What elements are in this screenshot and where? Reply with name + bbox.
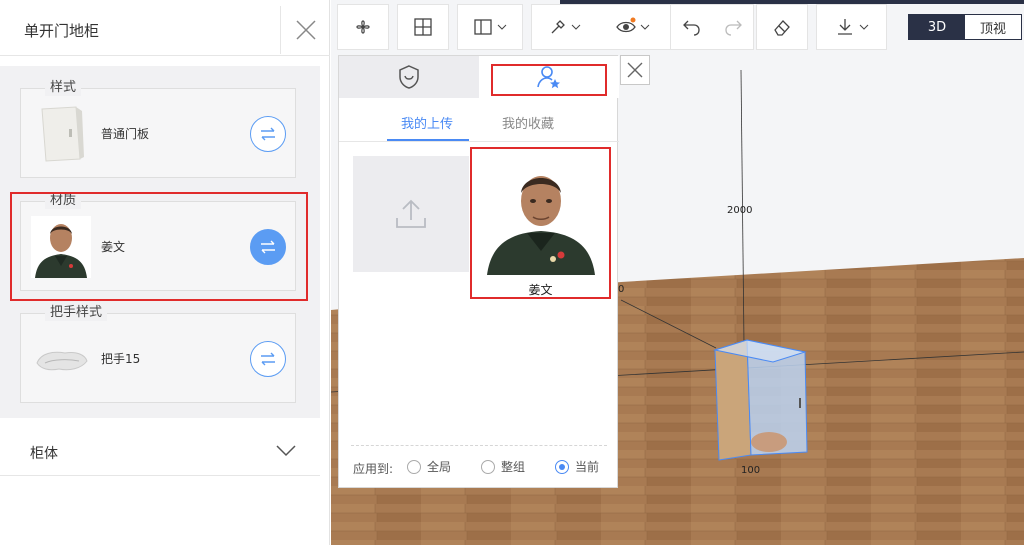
apply-group-radio[interactable]: 整组 <box>481 458 525 475</box>
handle-card: 把手样式 把手15 <box>20 305 296 403</box>
cabinet-model[interactable] <box>713 339 808 461</box>
close-icon <box>295 20 316 40</box>
chevron-down-icon <box>571 24 581 30</box>
apply-group-label: 整组 <box>501 460 526 474</box>
material-popup: 我的上传 我的收藏 姜文 应用到: 全局 整组 当前 <box>338 55 619 488</box>
material-item-image <box>485 159 597 275</box>
chevron-down-icon <box>497 24 507 30</box>
dimension-bottom-label: 100 <box>741 465 761 476</box>
swap-icon <box>261 127 275 141</box>
popup-close-button[interactable] <box>620 55 650 85</box>
material-item[interactable]: 姜文 <box>470 147 611 299</box>
chevron-down-icon <box>859 24 868 30</box>
wrench-tool-button[interactable] <box>548 17 581 37</box>
fan-tool-button[interactable] <box>337 4 389 50</box>
radio-circle <box>407 459 421 474</box>
eraser-icon <box>774 20 790 36</box>
chevron-down-icon <box>276 445 296 457</box>
handle-thumbnail <box>31 328 91 390</box>
section-cabinet-body[interactable]: 柜体 <box>0 428 320 476</box>
layout-tool-button[interactable] <box>397 4 449 50</box>
style-name: 普通门板 <box>101 127 150 141</box>
download-icon <box>837 19 852 35</box>
toolbar <box>337 4 887 50</box>
portrait-image <box>485 159 597 275</box>
fan-icon <box>356 20 370 34</box>
user-star-icon <box>537 66 560 89</box>
tools-group <box>531 4 681 50</box>
apply-current-radio[interactable]: 当前 <box>555 458 599 475</box>
columns-tool-button[interactable] <box>457 4 523 50</box>
handle-image <box>36 351 88 371</box>
door-panel-thumbnail <box>31 103 91 165</box>
subtab-my-uploads[interactable]: 我的上传 <box>401 113 453 132</box>
redo-icon[interactable] <box>723 17 743 37</box>
handle-legend: 把手样式 <box>45 305 108 321</box>
popup-tabs <box>339 56 619 98</box>
material-card: 材质 姜文 <box>20 193 296 291</box>
apply-global-radio[interactable]: 全局 <box>407 458 451 475</box>
swap-handle-button[interactable] <box>250 341 286 377</box>
popup-subtabs: 我的上传 我的收藏 <box>339 98 619 142</box>
tab-brand-library[interactable] <box>339 56 479 98</box>
undo-icon[interactable] <box>682 17 702 37</box>
subtab-active-underline <box>387 139 469 141</box>
grid-icon <box>414 18 432 36</box>
panel-header: 单开门地柜 <box>0 0 330 56</box>
section-cabinet-body-label: 柜体 <box>30 446 58 462</box>
property-panel: 单开门地柜 样式 普通门板 材质 姜文 把手样式 把手15 柜体 <box>0 0 330 545</box>
view-top-button[interactable]: 顶视 <box>965 15 1021 39</box>
dimension-side-label: 0 <box>618 284 625 295</box>
download-tool-button[interactable] <box>816 4 887 50</box>
property-list: 样式 普通门板 材质 姜文 把手样式 把手15 <box>0 66 320 418</box>
panel-title: 单开门地柜 <box>24 22 100 40</box>
subtab-my-favorites[interactable]: 我的收藏 <box>502 113 554 132</box>
door-panel-image <box>41 106 84 162</box>
wrench-icon <box>551 20 565 34</box>
swap-icon <box>261 240 275 254</box>
portrait-image <box>31 216 91 278</box>
material-name: 姜文 <box>101 240 126 254</box>
close-icon <box>627 62 643 78</box>
eraser-tool-button[interactable] <box>756 4 808 50</box>
radio-circle <box>481 459 495 474</box>
visibility-tool-button[interactable] <box>615 17 650 37</box>
swap-material-button[interactable] <box>250 229 286 265</box>
apply-scope-label: 应用到: <box>353 462 394 476</box>
apply-scope-row: 应用到: 全局 整组 当前 <box>351 445 607 476</box>
eye-icon <box>616 17 636 33</box>
radio-circle <box>555 459 569 474</box>
chevron-down-icon <box>640 24 650 30</box>
upload-icon <box>396 199 426 228</box>
shield-icon <box>399 65 419 89</box>
swap-style-button[interactable] <box>250 116 286 152</box>
swap-icon <box>261 352 275 366</box>
apply-current-label: 当前 <box>575 460 600 474</box>
material-thumbnail <box>31 216 91 278</box>
material-legend: 材质 <box>45 193 82 209</box>
handle-name: 把手15 <box>101 352 141 366</box>
history-group <box>670 4 754 50</box>
dimension-top-label: 2000 <box>727 205 753 216</box>
upload-button[interactable] <box>353 156 469 272</box>
panel-close-button[interactable] <box>280 6 330 54</box>
tab-my-materials[interactable] <box>479 56 619 98</box>
style-legend: 样式 <box>45 80 82 96</box>
view-mode-toggle: 3D 顶视 <box>908 14 1022 40</box>
view-3d-button[interactable]: 3D <box>909 15 965 39</box>
apply-global-label: 全局 <box>427 460 452 474</box>
columns-icon <box>474 19 492 35</box>
material-item-label: 姜文 <box>528 283 553 297</box>
style-card: 样式 普通门板 <box>20 80 296 178</box>
